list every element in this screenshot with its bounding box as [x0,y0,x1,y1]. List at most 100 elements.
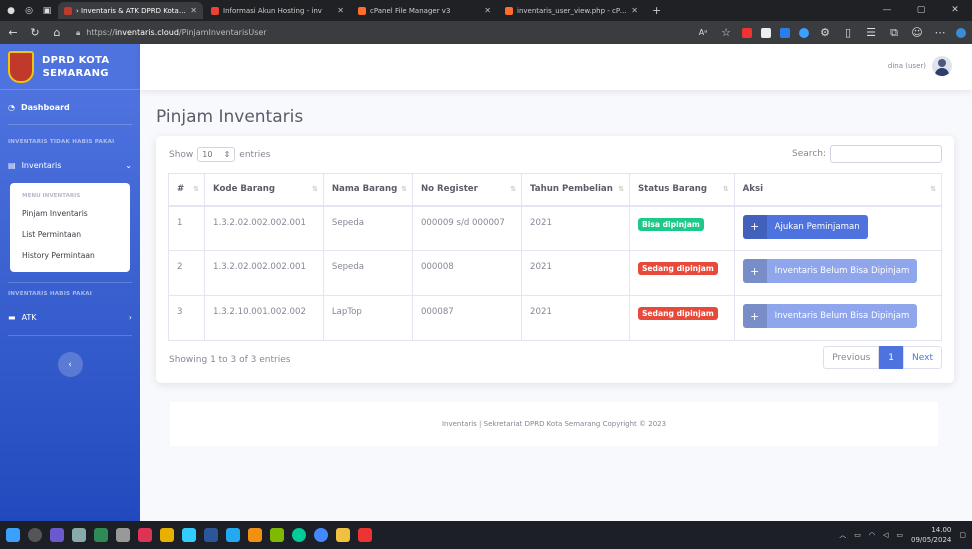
maximize-button[interactable]: ▢ [904,0,938,21]
workspaces-icon[interactable]: ◎ [22,4,36,18]
cell-kode-barang: 1.3.2.02.002.002.001 [204,250,324,296]
extension-icon[interactable] [761,27,771,38]
plus-icon: + [742,259,767,283]
cell-aksi: + Inventaris Belum Bisa Dipinjam [733,250,943,296]
sidebar-toggle-button[interactable]: ‹ [57,352,83,377]
cell-nama-barang: LapTop [322,295,413,341]
home-icon[interactable]: ⌂ [50,26,64,39]
extension-icon[interactable] [780,27,790,38]
clock[interactable]: 14.00 09/05/2024 [911,525,951,545]
sidebar-item-dashboard[interactable]: ◔ Dashboard [0,90,140,124]
url-field[interactable]: 🔒︎ https://inventaris.cloud/PinjamInvent… [72,24,542,41]
column-header[interactable]: No Register ⇅ [411,173,523,207]
app-icon[interactable] [160,528,174,542]
wifi-icon[interactable]: ◠ [869,531,875,539]
app-icon[interactable] [182,528,196,542]
app-icon[interactable] [138,528,152,542]
tab-actions-icon[interactable]: ▣ [40,4,54,18]
submenu-item-pinjam-inventaris[interactable]: Pinjam Inventaris [10,203,130,224]
column-header[interactable]: Tahun Pembelian ⇅ [521,173,630,207]
close-tab-icon[interactable]: ✕ [190,6,197,15]
app-icon[interactable] [116,528,130,542]
back-icon[interactable]: ← [6,26,20,39]
sidebar-item-inventaris[interactable]: ▤ Inventaris ⌄ [0,151,140,179]
notifications-icon[interactable]: ▢ [959,531,966,539]
profile-icon[interactable]: ● [4,4,18,18]
entries-label: entries [239,149,271,160]
page-1-button[interactable]: 1 [879,346,904,369]
chrome-icon[interactable] [314,528,328,542]
extensions-area: Aᵃ ☆ ⚙ ▯ ☰ ⧉ ☺ ⋯ [696,26,966,40]
minimize-button[interactable]: — [870,0,904,21]
battery-icon[interactable]: ▭ [896,531,903,539]
inventaris-submenu: MENU INVENTARIS Pinjam Inventaris List P… [10,183,130,272]
entries-select[interactable]: 10 ⇕ [197,147,236,162]
extensions-icon[interactable]: ⚙ [818,26,832,39]
url-prefix: https:// [86,28,115,37]
new-tab-button[interactable]: + [648,4,665,17]
favorite-star-icon[interactable]: ☆ [719,26,733,39]
extension-icon[interactable] [799,27,809,38]
collections-icon[interactable]: ⧉ [887,26,901,40]
column-header-label: Status Barang [637,184,708,195]
search-icon[interactable] [28,528,42,542]
user-menu[interactable]: dina (user) [888,56,952,76]
submenu-item-list-permintaan[interactable]: List Permintaan [10,224,130,245]
keyboard-icon[interactable]: ▭ [854,531,861,539]
column-header[interactable]: Nama Barang ⇅ [322,173,413,207]
app-icon[interactable] [270,528,284,542]
submenu-item-history-permintaan[interactable]: History Permintaan [10,245,130,266]
url-host: inventaris.cloud [114,28,179,37]
ajukan-peminjaman-button[interactable]: + Ajukan Peminjaman [742,214,868,239]
belum-bisa-dipinjam-button[interactable]: + Inventaris Belum Bisa Dipinjam [742,304,918,328]
column-header[interactable]: Status Barang ⇅ [628,173,735,207]
chevron-up-icon[interactable]: ︿ [839,530,846,540]
close-tab-icon[interactable]: ✕ [337,6,344,15]
column-header[interactable]: Kode Barang ⇅ [204,173,324,207]
vscode-icon[interactable] [226,528,240,542]
browser-tab[interactable]: Informasi Akun Hosting - inv ✕ [205,2,350,19]
split-screen-icon[interactable]: ▯ [841,26,855,39]
dprd-logo [8,50,34,83]
sort-icon: ⇅ [401,185,407,193]
sidebar-brand[interactable]: DPRD KOTA SEMARANG [0,44,140,90]
refresh-icon[interactable]: ↻ [28,26,42,39]
word-icon[interactable] [204,528,218,542]
app-icon[interactable] [94,528,108,542]
app-icon[interactable] [50,528,64,542]
browser-tab[interactable]: › Inventaris & ATK DPRD Kota Se ✕ [58,2,203,19]
column-header[interactable]: Aksi ⇅ [733,173,943,207]
edge-icon[interactable] [292,528,306,542]
column-header[interactable]: # ⇅ [168,173,205,207]
close-window-button[interactable]: ✕ [938,0,972,21]
app-icon[interactable] [248,528,262,542]
cell-status: Bisa dipinjam [628,205,735,251]
extension-icon[interactable] [742,27,752,38]
cell-no-register: 000087 [411,295,523,341]
volume-icon[interactable]: ◁ [883,531,888,539]
close-tab-icon[interactable]: ✕ [631,6,638,15]
cell-no-register: 000009 s/d 000007 [411,205,523,251]
search-input[interactable] [830,145,942,163]
select-arrows-icon: ⇕ [223,150,231,159]
app-icon[interactable] [72,528,86,542]
previous-page-button[interactable]: Previous [823,346,880,369]
read-aloud-icon[interactable]: Aᵃ [696,28,710,37]
copilot-icon[interactable] [956,27,966,38]
more-menu-icon[interactable]: ⋯ [933,26,947,39]
favorites-icon[interactable]: ☰ [864,26,878,39]
pdf-icon[interactable] [358,528,372,542]
next-page-button[interactable]: Next [903,346,942,369]
sort-icon: ⇅ [193,185,199,193]
column-header-label: Nama Barang [331,184,398,195]
sidebar-item-atk[interactable]: ▬ ATK › [0,303,140,331]
start-icon[interactable] [6,528,20,542]
browser-tab[interactable]: cPanel File Manager v3 ✕ [352,2,497,19]
sidebar-heading: INVENTARIS TIDAK HABIS PAKAI [8,139,115,145]
belum-bisa-dipinjam-button[interactable]: + Inventaris Belum Bisa Dipinjam [742,259,918,283]
file-explorer-icon[interactable] [336,528,350,542]
close-tab-icon[interactable]: ✕ [484,6,491,15]
browser-tab[interactable]: inventaris_user_view.php - cPane ✕ [499,2,644,19]
profile-sync-icon[interactable]: ☺ [910,26,924,39]
tab-favicon-icon [64,6,72,15]
